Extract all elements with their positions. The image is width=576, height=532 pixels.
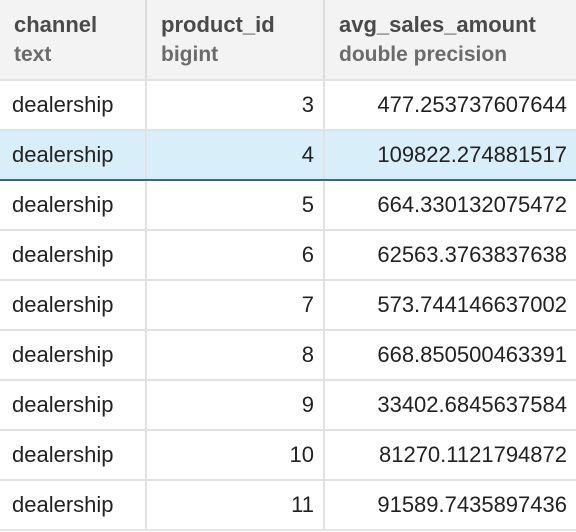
table-row[interactable]: dealership 7 573.744146637002 <box>0 280 576 331</box>
cell-product-id[interactable]: 4 <box>146 129 325 181</box>
cell-avg-sales-amount[interactable]: 668.850500463391 <box>324 330 576 381</box>
cell-channel[interactable]: dealership <box>0 480 147 531</box>
cell-product-id[interactable]: 3 <box>146 80 325 131</box>
cell-avg-sales-amount[interactable]: 664.330132075472 <box>324 180 576 231</box>
table-row-selected[interactable]: dealership 4 109822.274881517 <box>0 129 576 181</box>
cell-product-id[interactable]: 9 <box>146 380 325 431</box>
cell-product-id[interactable]: 6 <box>146 230 325 281</box>
header-row: channel text product_id bigint avg_sales… <box>0 0 576 81</box>
table-row[interactable]: dealership 5 664.330132075472 <box>0 180 576 231</box>
cell-product-id[interactable]: 8 <box>146 330 325 381</box>
cell-channel[interactable]: dealership <box>0 80 147 131</box>
table-row[interactable]: dealership 10 81270.1121794872 <box>0 430 576 481</box>
cell-channel[interactable]: dealership <box>0 280 147 331</box>
cell-avg-sales-amount[interactable]: 33402.6845637584 <box>324 380 576 431</box>
table-row[interactable]: dealership 3 477.253737607644 <box>0 80 576 131</box>
cell-avg-sales-amount[interactable]: 109822.274881517 <box>324 129 576 181</box>
cell-avg-sales-amount[interactable]: 62563.3763837638 <box>324 230 576 281</box>
table-row[interactable]: dealership 11 91589.7435897436 <box>0 480 576 531</box>
cell-channel[interactable]: dealership <box>0 380 147 431</box>
column-type: bigint <box>161 42 219 66</box>
query-result-grid: channel text product_id bigint avg_sales… <box>0 0 576 532</box>
column-type: double precision <box>339 42 508 66</box>
cell-product-id[interactable]: 7 <box>146 280 325 331</box>
cell-avg-sales-amount[interactable]: 477.253737607644 <box>324 80 576 131</box>
column-name: product_id <box>161 11 275 37</box>
cell-avg-sales-amount[interactable]: 81270.1121794872 <box>324 430 576 481</box>
cell-channel[interactable]: dealership <box>0 129 147 181</box>
column-type: text <box>14 42 52 66</box>
cell-channel[interactable]: dealership <box>0 330 147 381</box>
cell-product-id[interactable]: 10 <box>146 430 325 481</box>
column-name: channel <box>14 11 98 37</box>
cell-avg-sales-amount[interactable]: 573.744146637002 <box>324 280 576 331</box>
cell-channel[interactable]: dealership <box>0 180 147 231</box>
table-row[interactable]: dealership 8 668.850500463391 <box>0 330 576 381</box>
result-table: channel text product_id bigint avg_sales… <box>0 0 576 531</box>
cell-product-id[interactable]: 5 <box>146 180 325 231</box>
cell-product-id[interactable]: 11 <box>146 480 325 531</box>
column-header-product-id[interactable]: product_id bigint <box>146 0 325 81</box>
column-name: avg_sales_amount <box>339 11 536 37</box>
cell-channel[interactable]: dealership <box>0 430 147 481</box>
cell-avg-sales-amount[interactable]: 91589.7435897436 <box>324 480 576 531</box>
column-header-channel[interactable]: channel text <box>0 0 147 81</box>
cell-channel[interactable]: dealership <box>0 230 147 281</box>
table-row[interactable]: dealership 9 33402.6845637584 <box>0 380 576 431</box>
table-row[interactable]: dealership 6 62563.3763837638 <box>0 230 576 281</box>
column-header-avg-sales-amount[interactable]: avg_sales_amount double precision <box>324 0 576 81</box>
